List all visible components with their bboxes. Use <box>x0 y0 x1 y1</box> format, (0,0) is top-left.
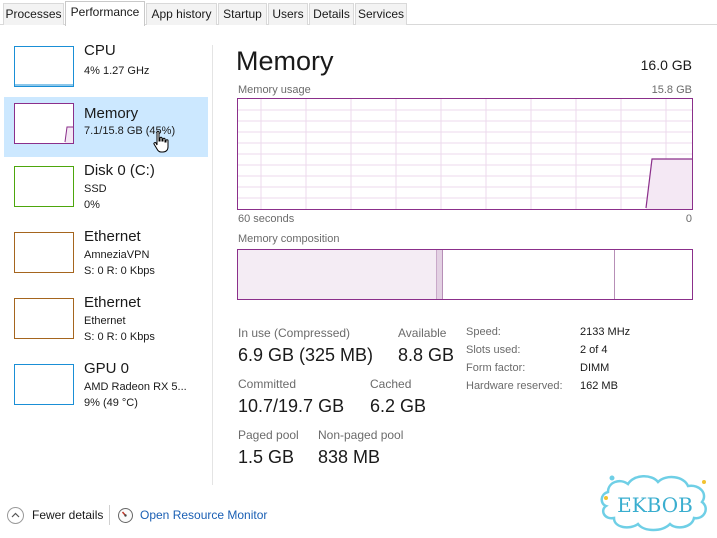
memory-usage-max: 15.8 GB <box>651 84 692 96</box>
cached-label: Cached <box>370 377 412 391</box>
hardware-reserved-value: 162 MB <box>580 380 618 392</box>
ethernet-thumbnail-graph <box>14 232 74 273</box>
form-factor-label: Form factor: <box>466 362 526 374</box>
memory-usage-graph <box>237 98 693 210</box>
slots-value: 2 of 4 <box>580 344 608 356</box>
composition-free <box>614 250 692 299</box>
in-use-value: 6.9 GB (325 MB) <box>238 345 374 365</box>
sidebar-item-cpu[interactable]: CPU 4% 1.27 GHz <box>4 40 208 100</box>
nonpaged-pool-value: 838 MB <box>318 447 381 467</box>
tab-app-history[interactable]: App history <box>146 3 217 25</box>
tab-processes[interactable]: Processes <box>3 3 64 25</box>
tab-users[interactable]: Users <box>268 3 308 25</box>
performance-sidebar: CPU 4% 1.27 GHz Memory 7.1/15.8 GB (45%)… <box>0 25 213 495</box>
disk-thumbnail-graph <box>14 166 74 207</box>
memory-composition-label: Memory composition <box>238 233 340 245</box>
fewer-details-button[interactable]: Fewer details <box>7 505 103 525</box>
sidebar-item-detail: AmneziaVPN <box>84 249 150 261</box>
sidebar-item-title: Ethernet <box>84 294 141 311</box>
memory-usage-label: Memory usage <box>238 84 311 96</box>
sidebar-item-detail: AMD Radeon RX 5... <box>84 381 187 393</box>
speed-value: 2133 MHz <box>580 326 631 338</box>
ekbob-watermark-logo: EKBOB <box>600 475 707 532</box>
tab-performance[interactable]: Performance <box>65 1 145 26</box>
tab-startup[interactable]: Startup <box>218 3 267 25</box>
tab-details[interactable]: Details <box>309 3 354 25</box>
cached-value: 6.2 GB <box>370 396 427 416</box>
fewer-details-label: Fewer details <box>32 508 104 522</box>
composition-in-use <box>238 250 436 299</box>
page-title: Memory <box>236 46 334 76</box>
form-factor-value: DIMM <box>580 362 610 374</box>
paged-pool-value: 1.5 GB <box>238 447 295 467</box>
sidebar-item-detail: 4% 1.27 GHz <box>84 65 150 77</box>
sidebar-divider <box>212 45 213 485</box>
watermark-text: EKBOB <box>617 493 693 517</box>
available-value: 8.8 GB <box>398 345 455 365</box>
sidebar-item-detail: 9% (49 °C) <box>84 397 138 409</box>
slots-label: Slots used: <box>466 344 521 356</box>
in-use-label: In use (Compressed) <box>238 326 351 340</box>
sidebar-item-ethernet-vpn[interactable]: Ethernet AmneziaVPN S: 0 R: 0 Kbps <box>4 226 208 286</box>
sidebar-item-detail: 0% <box>84 199 100 211</box>
composition-standby <box>442 250 614 299</box>
sidebar-item-detail: SSD <box>84 183 107 195</box>
sidebar-item-detail: S: 0 R: 0 Kbps <box>84 265 155 277</box>
sidebar-item-detail: S: 0 R: 0 Kbps <box>84 331 155 343</box>
sidebar-item-disk[interactable]: Disk 0 (C:) SSD 0% <box>4 160 208 220</box>
sidebar-item-title: GPU 0 <box>84 360 130 377</box>
committed-label: Committed <box>238 377 297 391</box>
open-resource-monitor-link[interactable]: Open Resource Monitor <box>118 505 267 525</box>
ethernet-thumbnail-graph <box>14 298 74 339</box>
committed-value: 10.7/19.7 GB <box>238 396 345 416</box>
sidebar-item-title: CPU <box>84 42 116 59</box>
sidebar-item-gpu[interactable]: GPU 0 AMD Radeon RX 5... 9% (49 °C) <box>4 358 208 418</box>
sidebar-item-title: Disk 0 (C:) <box>84 162 155 179</box>
chevron-up-icon <box>7 506 24 524</box>
memory-thumbnail-graph <box>14 103 74 144</box>
speed-label: Speed: <box>466 326 501 338</box>
tab-bar: Processes Performance App history Startu… <box>0 0 717 26</box>
sidebar-item-detail: Ethernet <box>84 315 126 327</box>
footer-divider <box>109 505 110 525</box>
gpu-thumbnail-graph <box>14 364 74 405</box>
paged-pool-label: Paged pool <box>238 428 299 442</box>
nonpaged-pool-label: Non-paged pool <box>318 428 404 442</box>
available-label: Available <box>398 326 447 340</box>
sidebar-item-title: Ethernet <box>84 228 141 245</box>
cpu-thumbnail-graph <box>14 46 74 87</box>
total-memory: 16.0 GB <box>640 57 692 73</box>
hardware-reserved-label: Hardware reserved: <box>466 380 563 392</box>
sidebar-item-memory[interactable]: Memory 7.1/15.8 GB (45%) <box>4 97 208 157</box>
tab-services[interactable]: Services <box>355 3 407 25</box>
hand-cursor-icon <box>153 130 169 153</box>
sidebar-item-title: Memory <box>84 105 139 122</box>
graph-time-right: 0 <box>685 213 692 225</box>
resource-monitor-icon <box>118 507 133 523</box>
sidebar-item-ethernet[interactable]: Ethernet Ethernet S: 0 R: 0 Kbps <box>4 292 208 352</box>
graph-time-left: 60 seconds <box>238 213 295 225</box>
memory-composition-bar <box>237 249 693 300</box>
open-resource-monitor-label: Open Resource Monitor <box>140 508 268 522</box>
